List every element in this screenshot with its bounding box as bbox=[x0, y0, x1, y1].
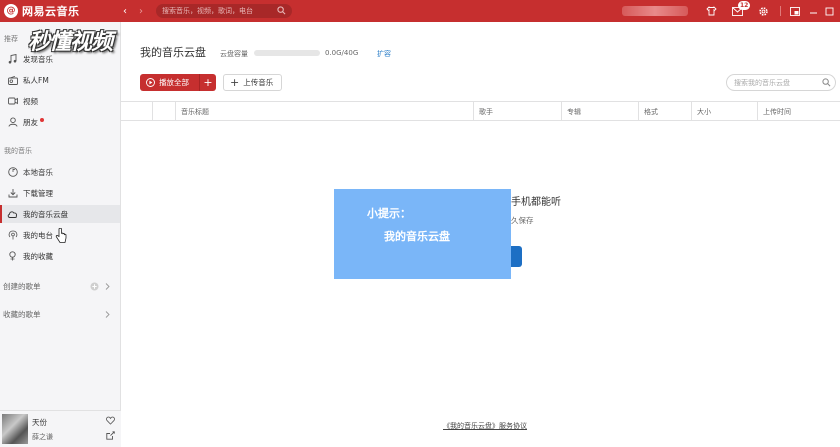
play-all-label: 播放全部 bbox=[159, 78, 189, 87]
sidebar-item-label: 我的收藏 bbox=[23, 251, 53, 261]
column-checkbox[interactable] bbox=[152, 102, 175, 121]
expand-capacity-link[interactable]: 扩容 bbox=[377, 49, 391, 59]
service-agreement-link[interactable]: 《我的音乐云盘》服务协议 bbox=[443, 421, 527, 431]
netease-logo-icon: @ bbox=[4, 4, 18, 18]
song-title[interactable]: 天份 bbox=[32, 417, 47, 428]
page-title: 我的音乐云盘 bbox=[140, 46, 206, 59]
sidebar-item-friends[interactable]: 朋友 bbox=[0, 113, 120, 131]
collected-playlists-label: 收藏的歌单 bbox=[3, 309, 41, 319]
tip-body: 我的音乐云盘 bbox=[384, 230, 450, 243]
column-header-album[interactable]: 专辑 bbox=[561, 102, 638, 121]
app-name: 网易云音乐 bbox=[22, 5, 80, 18]
column-header-size[interactable]: 大小 bbox=[691, 102, 757, 121]
sidebar: 推荐 发现音乐 私人FM 视频 朋友 我的音乐 本地音乐 下载管理 我的音乐云盘… bbox=[0, 22, 121, 447]
upload-music-label: 上传音乐 bbox=[243, 78, 274, 87]
share-icon[interactable] bbox=[106, 431, 115, 440]
mini-mode-icon[interactable] bbox=[788, 4, 802, 18]
sidebar-item-download-manager[interactable]: 下载管理 bbox=[0, 184, 120, 202]
sidebar-item-my-collection[interactable]: 我的收藏 bbox=[0, 247, 120, 265]
add-circle-icon[interactable] bbox=[90, 282, 99, 291]
notification-dot bbox=[40, 117, 44, 122]
sidebar-created-playlists[interactable]: 创建的歌单 bbox=[0, 279, 120, 293]
capacity-progress-bar bbox=[254, 50, 320, 56]
skin-shirt-icon[interactable] bbox=[704, 4, 718, 18]
tip-title: 小提示： bbox=[367, 207, 411, 220]
cloud-search-input[interactable] bbox=[734, 78, 822, 87]
search-icon[interactable] bbox=[822, 78, 831, 87]
video-icon bbox=[7, 96, 18, 107]
now-playing-bar[interactable]: 天份 薛之谦 bbox=[0, 410, 121, 447]
message-count-badge: 12 bbox=[738, 1, 751, 10]
collection-icon bbox=[7, 251, 18, 262]
play-all-button[interactable]: 播放全部 bbox=[140, 77, 199, 88]
gear-icon[interactable] bbox=[756, 4, 770, 18]
search-icon[interactable] bbox=[277, 6, 286, 15]
column-header-title[interactable]: 音乐标题 bbox=[175, 102, 473, 121]
friends-icon bbox=[7, 117, 18, 128]
sidebar-item-label: 朋友 bbox=[23, 117, 38, 127]
chevron-right-icon[interactable] bbox=[103, 282, 112, 291]
sidebar-item-local-music[interactable]: 本地音乐 bbox=[0, 163, 120, 181]
empty-state-subtitle: 久保存 bbox=[511, 216, 534, 225]
sidebar-item-label: 视频 bbox=[23, 96, 38, 106]
column-header-upload-time[interactable]: 上传时间 bbox=[757, 102, 840, 121]
album-cover-thumbnail[interactable] bbox=[2, 414, 28, 444]
radio-icon bbox=[7, 75, 18, 86]
cloud-search-box[interactable] bbox=[726, 74, 836, 91]
mouse-hand-cursor-icon bbox=[55, 228, 67, 243]
sidebar-item-label: 本地音乐 bbox=[23, 167, 53, 177]
global-search-input[interactable] bbox=[162, 7, 278, 15]
heart-icon[interactable] bbox=[106, 416, 115, 425]
blurred-user-area[interactable] bbox=[622, 6, 688, 16]
title-bar: @ 网易云音乐 ‹ › 12 bbox=[0, 0, 840, 22]
chevron-right-icon[interactable] bbox=[103, 310, 112, 319]
artist-name[interactable]: 薛之谦 bbox=[32, 432, 53, 442]
tip-overlay: 小提示： 我的音乐云盘 bbox=[334, 189, 511, 279]
sidebar-item-label: 下载管理 bbox=[23, 188, 53, 198]
column-header-format[interactable]: 格式 bbox=[638, 102, 691, 121]
upload-music-button[interactable]: + 上传音乐 bbox=[223, 74, 282, 91]
local-music-icon bbox=[7, 167, 18, 178]
empty-state-title: 手机都能听 bbox=[511, 197, 561, 208]
plus-icon: + bbox=[230, 76, 240, 89]
sidebar-item-video[interactable]: 视频 bbox=[0, 92, 120, 110]
sidebar-item-music-cloud[interactable]: 我的音乐云盘 bbox=[0, 205, 120, 223]
empty-state-upload-button[interactable] bbox=[511, 246, 522, 267]
created-playlists-label: 创建的歌单 bbox=[3, 281, 41, 291]
add-to-queue-button[interactable]: + bbox=[200, 76, 216, 89]
watermark-logo: 秒懂视频 bbox=[28, 29, 113, 55]
sidebar-item-label: 我的电台 bbox=[23, 230, 53, 240]
app-logo[interactable]: @ 网易云音乐 bbox=[4, 3, 80, 19]
maximize-icon[interactable] bbox=[822, 4, 836, 18]
column-header-artist[interactable]: 歌手 bbox=[473, 102, 561, 121]
titlebar-divider bbox=[780, 6, 781, 16]
sidebar-section-recommend: 推荐 bbox=[4, 35, 18, 43]
sidebar-item-label: 我的音乐云盘 bbox=[23, 209, 68, 219]
capacity-value: 0.0G/40G bbox=[325, 49, 359, 57]
forward-arrow-icon[interactable]: › bbox=[134, 4, 148, 18]
sidebar-collected-playlists[interactable]: 收藏的歌单 bbox=[0, 307, 120, 321]
cloud-icon bbox=[7, 209, 18, 220]
capacity-label: 云盘容量 bbox=[220, 50, 248, 58]
podcast-icon bbox=[7, 230, 18, 241]
table-header: 音乐标题 歌手 专辑 格式 大小 上传时间 bbox=[121, 101, 840, 121]
back-arrow-icon[interactable]: ‹ bbox=[118, 4, 132, 18]
sidebar-item-private-fm[interactable]: 私人FM bbox=[0, 71, 120, 89]
play-all-button-group: 播放全部 + bbox=[140, 74, 216, 91]
global-search-box[interactable] bbox=[156, 4, 292, 18]
sidebar-item-label: 私人FM bbox=[23, 75, 49, 85]
minimize-icon[interactable] bbox=[806, 4, 820, 18]
play-circle-icon bbox=[146, 78, 155, 87]
download-icon bbox=[7, 188, 18, 199]
music-note-icon bbox=[7, 54, 18, 65]
sidebar-section-my-music: 我的音乐 bbox=[4, 147, 32, 155]
